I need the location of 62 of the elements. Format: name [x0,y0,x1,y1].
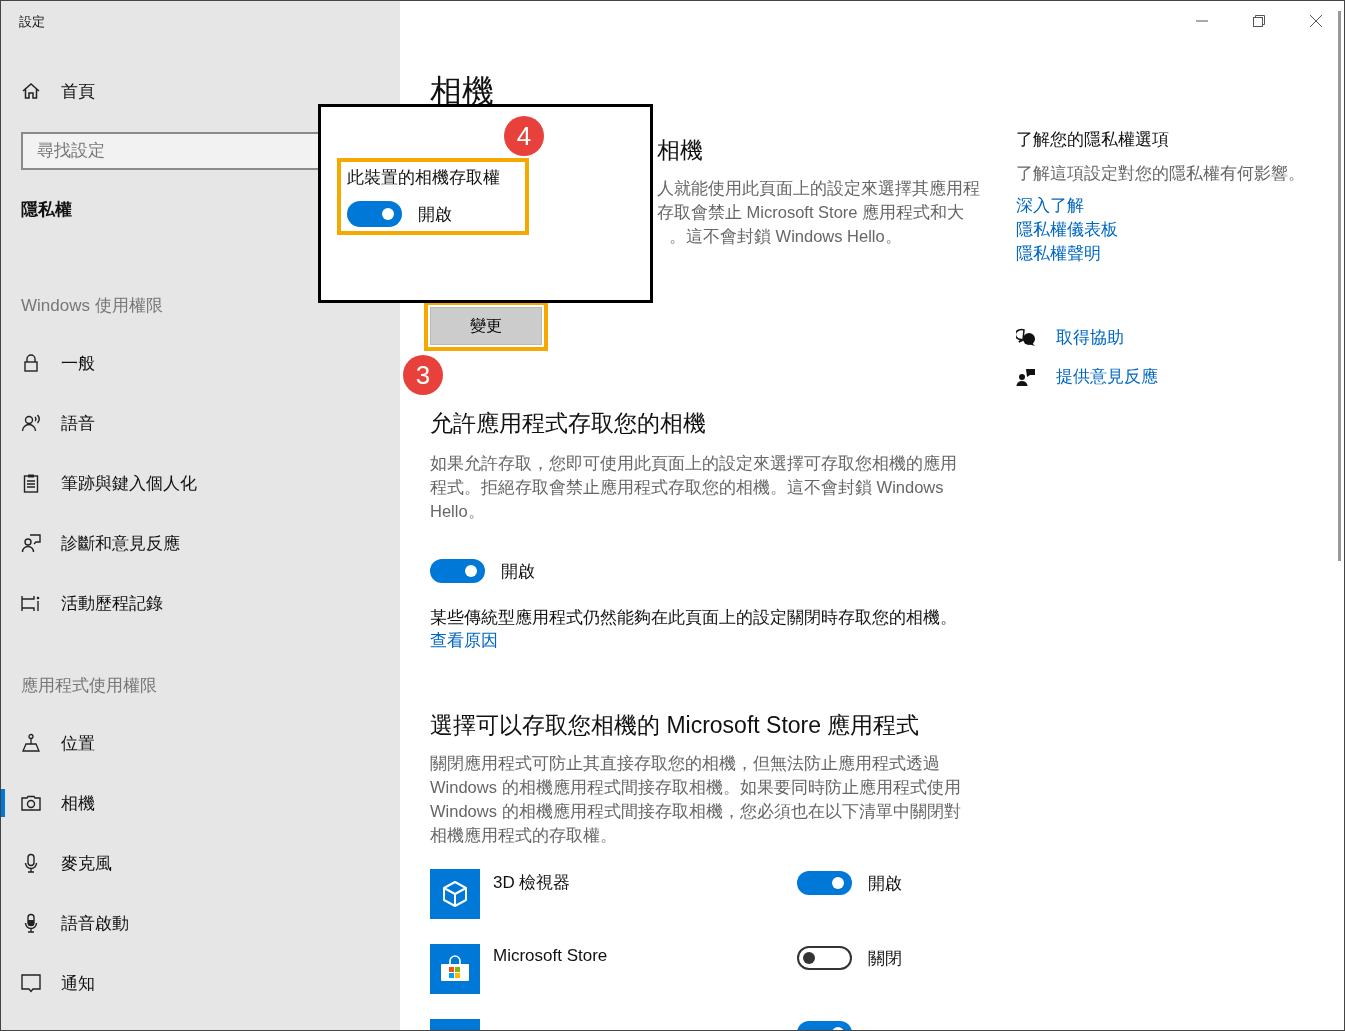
person-feedback-icon [1016,366,1036,387]
sidebar-item[interactable]: 語音啟動 [1,893,400,953]
timeline-icon [21,593,41,613]
toggle-label: 開啟 [868,872,902,895]
restore-icon[interactable] [1253,15,1265,27]
clipboard-icon [21,473,41,493]
toggle-switch[interactable] [347,201,402,227]
toggle-label: 開啟 [501,560,535,583]
page-title: 相機 [430,72,495,111]
lock-icon [21,353,41,373]
section-heading: 選擇可以存取您相機的 Microsoft Store 應用程式 [430,711,921,740]
toggle-switch[interactable] [797,871,852,895]
sidebar-item[interactable]: 位置 [1,713,400,773]
person-feedback-icon [21,533,41,553]
toggle-switch[interactable] [430,559,485,583]
home-nav-item[interactable]: 首頁 [1,63,400,119]
privacy-link[interactable]: 隱私權儀表板 [1016,218,1118,242]
window-title: 設定 [18,13,46,31]
description-text: 關閉應用程式可防止其直接存取您的相機，但無法防止應用程式透過 Windows 的相機應用程式間接存取相機。如果要同時防止應用程式使用 Windows 的相機應用程式間接存取相機，您必須也在以下清單中關閉對相機應用程式的存取權。 [430,753,962,846]
group-title: 應用程式使用權限 [20,674,158,697]
help-link[interactable]: 提供意見反應 [1056,364,1158,389]
section-title: 隱私權 [21,199,72,221]
sidebar-item[interactable]: 麥克風 [1,833,400,893]
sidebar-item[interactable]: 筆跡與鍵入個人化 [1,453,400,513]
message-icon [21,973,41,993]
toggle-label: 關閉 [868,947,902,970]
description-text: 如果允許存取，您即可使用此頁面上的設定來選擇可存取您相機的應用程式。拒絕存取會禁止應用程式存取您的相機。這不會封鎖 Windows Hello。 [430,453,958,522]
toggle-switch[interactable] [797,946,852,970]
sidebar-item[interactable]: 活動歷程記錄 [1,573,400,633]
aside-heading: 了解您的隱私權選項 [1016,129,1170,151]
close-icon[interactable] [1310,15,1322,27]
sidebar-item[interactable]: 語音 [1,393,400,453]
sidebar-item[interactable]: 一般 [1,333,400,393]
app-name: Microsoft Store [493,946,608,966]
home-icon [21,81,41,101]
map-pin-icon [21,733,41,753]
group-title: Windows 使用權限 [20,294,164,317]
person-speaking-icon [21,413,41,433]
cube-icon [430,869,480,919]
sidebar-item[interactable]: 診斷和意見反應 [1,513,400,573]
setting-label: 此裝置的相機存取權 [347,167,501,189]
description-text: 人就能使用此頁面上的設定來選擇其應用程 [657,178,981,199]
aside-description: 了解這項設定對您的隱私權有何影響。 [1016,163,1306,185]
toggle-label: 開啟 [418,203,452,226]
section-heading: 允許應用程式存取您的相機 [430,409,707,438]
section-heading: 相機 [657,136,704,165]
description-text: 存取會禁止 Microsoft Store 應用程式和大 [657,202,966,223]
sidebar-item[interactable]: 相機 [1,773,400,833]
app-name: 3D 檢視器 [493,872,571,894]
step-badge: 4 [504,116,544,156]
shopping-bag-icon [430,944,480,994]
privacy-link[interactable]: 深入了解 [1016,194,1084,218]
sidebar-item[interactable]: 通知 [1,953,400,1013]
help-link[interactable]: 取得協助 [1056,325,1124,350]
description-text: 。這不會封鎖 Windows Hello。 [668,226,903,247]
camera-icon [21,793,41,813]
why-link[interactable]: 查看原因 [430,629,498,653]
help-chat-icon [1016,327,1036,348]
step-badge: 3 [403,355,443,395]
note-text: 某些傳統型應用程式仍然能夠在此頁面上的設定關閉時存取您的相機。 [430,607,958,628]
privacy-link[interactable]: 隱私權聲明 [1016,242,1101,266]
scrollbar[interactable] [1338,11,1341,561]
